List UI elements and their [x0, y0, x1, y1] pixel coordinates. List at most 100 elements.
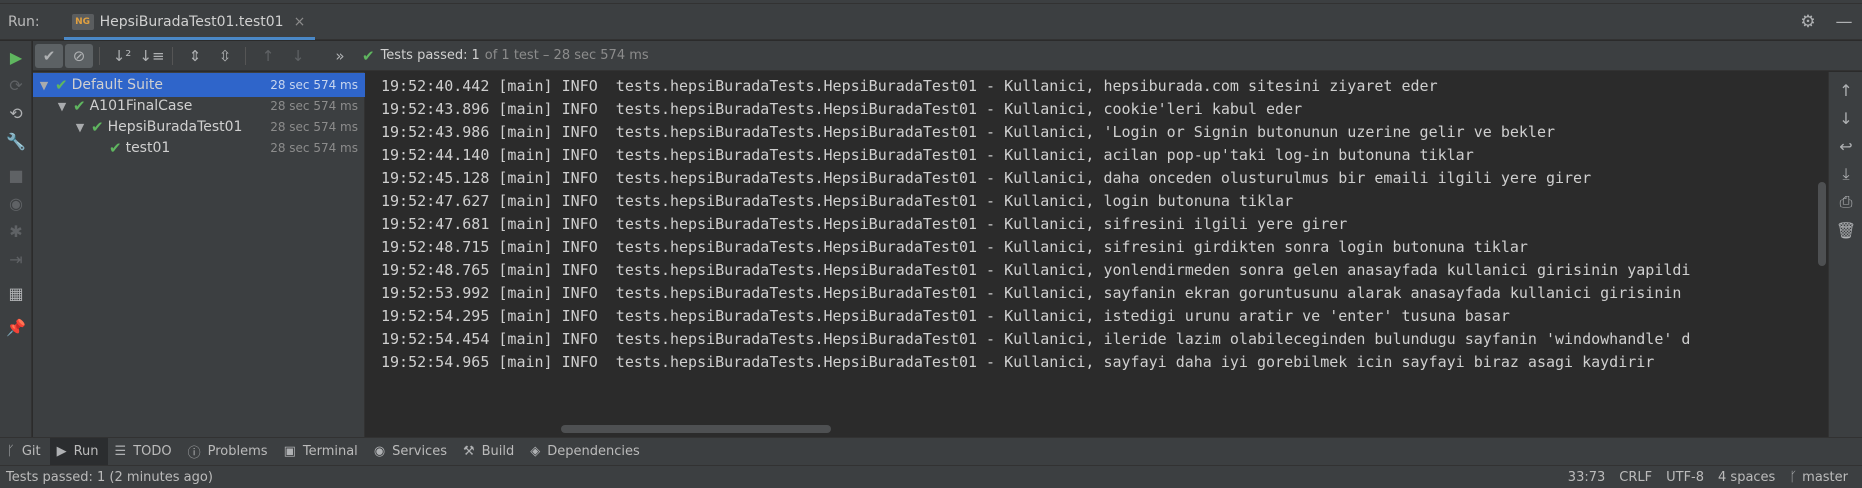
toolbar-separator [245, 46, 246, 65]
tab-label: Git [21, 444, 41, 459]
expand-all-icon[interactable]: ⇕ [181, 44, 209, 68]
console-line: 19:52:48.765 [main] INFO tests.hepsiBura… [381, 261, 1691, 279]
tab-services[interactable]: ◉ Services [367, 438, 456, 466]
previous-failed-icon[interactable]: ↑ [254, 44, 282, 68]
collapse-all-icon[interactable]: ⇳ [211, 44, 239, 68]
debug-icon[interactable]: ✱ [0, 217, 32, 245]
soft-wrap-icon[interactable]: ↩ [1829, 132, 1862, 160]
console-output[interactable]: 19:52:40.442 [main] INFO tests.hepsiBura… [366, 72, 1828, 437]
show-ignored-icon[interactable]: ⊘ [65, 43, 93, 68]
rerun-failed-icon[interactable]: ⟳ [0, 71, 32, 99]
tree-node-time: 28 sec 574 ms [270, 78, 358, 92]
test-runner-toolbar: ✔ ⊘ ↓² ↓≡ ⇕ ⇳ ↑ ↓ » ✔ Tests passed: 1 of… [33, 41, 1862, 71]
sort-alphabetically-icon[interactable]: ↓² [108, 44, 136, 68]
tab-git[interactable]: ᚴ Git [0, 438, 50, 466]
status-message[interactable]: Tests passed: 1 (2 minutes ago) [6, 470, 1568, 485]
tab-todo[interactable]: ☰ TODO [108, 438, 181, 466]
toolbar-separator [172, 46, 173, 65]
tab-label: Services [392, 444, 447, 459]
tests-status: ✔ Tests passed: 1 of 1 test – 28 sec 574… [362, 47, 649, 65]
indent-setting[interactable]: 4 spaces [1718, 470, 1775, 485]
down-arrow-icon[interactable]: ↓ [1829, 104, 1862, 132]
stop-icon[interactable]: ■ [0, 161, 32, 189]
console-line: 19:52:53.992 [main] INFO tests.hepsiBura… [381, 284, 1682, 302]
tab-build[interactable]: ⚒ Build [456, 438, 523, 466]
status-label: Tests passed: [380, 48, 468, 63]
status-count: 1 [471, 48, 480, 63]
status-detail: of 1 test – 28 sec 574 ms [484, 48, 649, 63]
passed-check-icon: ✔ [91, 118, 104, 136]
console-line: 19:52:45.128 [main] INFO tests.hepsiBura… [381, 169, 1592, 187]
git-branch-widget[interactable]: ᚴ master [1789, 470, 1848, 485]
console-line: 19:52:43.896 [main] INFO tests.hepsiBura… [381, 100, 1303, 118]
tab-dependencies[interactable]: ◈ Dependencies [523, 438, 649, 466]
vertical-scrollbar[interactable] [1818, 182, 1826, 266]
services-icon: ◉ [373, 444, 386, 459]
dependencies-icon: ◈ [530, 444, 541, 459]
tree-node-label: test01 [125, 140, 171, 156]
next-failed-icon[interactable]: ↓ [284, 44, 312, 68]
up-arrow-icon[interactable]: ↑ [1829, 76, 1862, 104]
git-branch-icon: ᚴ [1789, 469, 1798, 485]
caret-position[interactable]: 33:73 [1568, 470, 1605, 485]
run-tool-window-header: Run: NG HepsiBuradaTest01.test01 × ⚙ — [0, 4, 1862, 40]
scroll-to-end-icon[interactable]: ⤓ [1829, 160, 1862, 188]
passed-check-icon: ✔ [55, 76, 68, 94]
file-encoding[interactable]: UTF-8 [1666, 470, 1704, 485]
sort-by-duration-icon[interactable]: ↓≡ [138, 44, 166, 68]
console-right-strip: ↑ ↓ ↩ ⤓ ⎙ 🗑 [1828, 72, 1862, 437]
tree-node-time: 28 sec 574 ms [270, 141, 358, 155]
line-ending[interactable]: CRLF [1619, 470, 1652, 485]
left-tool-strip: ▶ ⟳ ⟲ 🔧 ■ ◉ ✱ ⇥ ▦ 📌 [0, 41, 32, 437]
layout-icon[interactable]: ▦ [0, 279, 32, 307]
console-line: 19:52:44.140 [main] INFO tests.hepsiBura… [381, 146, 1474, 164]
print-icon[interactable]: ⎙ [1829, 188, 1862, 216]
gear-icon[interactable]: ⚙ [1790, 12, 1826, 32]
chevron-down-icon[interactable]: ▼ [73, 121, 87, 134]
run-triangle-icon: ▶ [56, 444, 67, 459]
console-line: 19:52:47.627 [main] INFO tests.hepsiBura… [381, 192, 1294, 210]
horizontal-scrollbar[interactable] [561, 425, 831, 433]
tree-node-test01[interactable]: ✔ test01 28 sec 574 ms [33, 136, 365, 160]
more-icon[interactable]: » [326, 44, 354, 68]
problems-icon: ⓘ [187, 446, 201, 461]
passed-check-icon: ✔ [73, 97, 86, 115]
active-tab-underline [63, 36, 316, 40]
import-icon[interactable]: ⇥ [0, 245, 32, 273]
screenshot-icon[interactable]: ◉ [0, 189, 32, 217]
test-tree: ▼ ✔ Default Suite 28 sec 574 ms ▼ ✔ A101… [33, 72, 365, 437]
tab-problems[interactable]: ⓘ Problems [181, 438, 277, 466]
console-line: 19:52:48.715 [main] INFO tests.hepsiBura… [381, 238, 1528, 256]
chevron-down-icon[interactable]: ▼ [55, 100, 69, 113]
run-label: Run: [8, 13, 40, 30]
tab-label: Run [73, 444, 99, 459]
show-passed-icon[interactable]: ✔ [35, 43, 63, 68]
passed-check-icon: ✔ [362, 46, 375, 65]
tree-node-label: HepsiBuradaTest01 [107, 119, 243, 135]
close-icon[interactable]: × [294, 14, 306, 30]
tab-run[interactable]: ▶ Run [49, 437, 108, 466]
testng-icon: NG [71, 13, 94, 30]
toolbar-separator [99, 46, 100, 65]
console-line: 19:52:54.295 [main] INFO tests.hepsiBura… [381, 307, 1510, 325]
console-line: 19:52:40.442 [main] INFO tests.hepsiBura… [381, 77, 1438, 95]
settings-wrench-icon[interactable]: 🔧 [0, 127, 32, 155]
build-hammer-icon: ⚒ [462, 444, 475, 459]
run-tab-title: HepsiBuradaTest01.test01 [99, 13, 284, 30]
toggle-auto-test-icon[interactable]: ⟲ [0, 99, 32, 127]
console-line: 19:52:47.681 [main] INFO tests.hepsiBura… [381, 215, 1348, 233]
terminal-icon: ▣ [283, 444, 296, 459]
chevron-down-icon[interactable]: ▼ [37, 79, 51, 92]
tree-node-label: Default Suite [71, 77, 163, 93]
tab-terminal[interactable]: ▣ Terminal [277, 438, 367, 466]
run-config-tab[interactable]: NG HepsiBuradaTest01.test01 × [63, 4, 316, 40]
minimize-icon[interactable]: — [1826, 12, 1862, 32]
tab-label: Terminal [302, 444, 358, 459]
branch-name: master [1802, 469, 1848, 485]
run-icon[interactable]: ▶ [0, 43, 32, 71]
tab-label: Problems [207, 444, 268, 459]
trash-icon[interactable]: 🗑 [1829, 216, 1862, 244]
pin-icon[interactable]: 📌 [0, 313, 32, 341]
tool-window-bar: ᚴ Git ▶ Run ☰ TODO ⓘ Problems ▣ Terminal ◉ Ser… [0, 437, 1862, 466]
console-line: 19:52:54.965 [main] INFO tests.hepsiBura… [381, 353, 1655, 371]
